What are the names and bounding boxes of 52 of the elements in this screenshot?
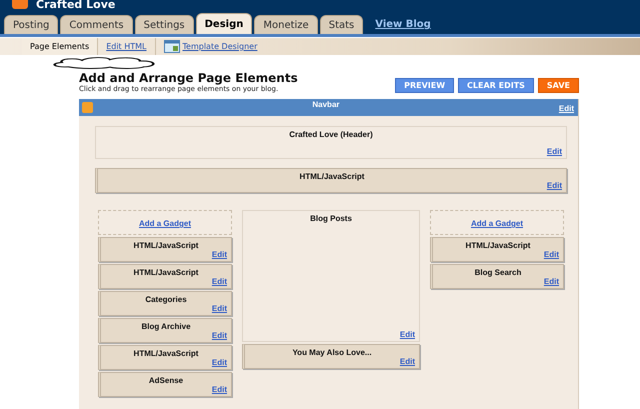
gadget[interactable]: HTML/JavaScript Edit: [95, 168, 567, 193]
gadget-title: Categories: [144, 295, 188, 304]
edit-link[interactable]: Edit: [400, 357, 415, 366]
nav-tab[interactable]: Posting: [4, 15, 58, 34]
gadget-title: Blog Search: [474, 268, 522, 277]
gadget[interactable]: Blog Archive Edit: [98, 318, 232, 343]
nav-tab[interactable]: Design: [196, 13, 252, 34]
edit-link[interactable]: Edit: [558, 104, 574, 113]
gadget[interactable]: HTML/JavaScript Edit: [98, 345, 232, 370]
gadget-title: HTML/JavaScript: [132, 268, 200, 277]
gadget-title: AdSense: [148, 376, 184, 385]
gadget[interactable]: HTML/JavaScript Edit: [98, 237, 232, 262]
add-gadget-link[interactable]: Add a Gadget: [470, 219, 523, 228]
gadget-title: Blog Archive: [140, 322, 192, 331]
subnav-tab[interactable]: Template Designer: [156, 38, 266, 55]
nav-tab[interactable]: Stats: [320, 15, 364, 34]
gadget-title: Blog Posts: [309, 214, 353, 223]
gadget-title: HTML/JavaScript: [132, 241, 200, 250]
nav-tab[interactable]: Monetize: [254, 15, 318, 34]
gadget[interactable]: AdSense Edit: [98, 372, 232, 397]
gadget-title: HTML/JavaScript: [298, 172, 366, 181]
view-blog-link[interactable]: View Blog: [375, 19, 431, 30]
blog-posts-gadget[interactable]: Blog Posts Edit: [242, 210, 420, 342]
gadget[interactable]: HTML/JavaScript Edit: [430, 237, 564, 262]
edit-link[interactable]: Edit: [544, 277, 559, 286]
gadget-title: HTML/JavaScript: [464, 241, 532, 250]
window-icon: [164, 40, 180, 53]
navbar-title: Navbar: [311, 100, 340, 109]
nav-tab[interactable]: Comments: [60, 15, 133, 34]
gadget[interactable]: Categories Edit: [98, 291, 232, 316]
edit-link[interactable]: Edit: [546, 181, 562, 190]
edit-link[interactable]: Edit: [400, 330, 415, 339]
edit-link[interactable]: Edit: [544, 250, 559, 259]
nav-tab[interactable]: Settings: [134, 15, 194, 34]
edit-link[interactable]: Edit: [546, 147, 562, 156]
gadget-title: Crafted Love (Header): [288, 130, 374, 139]
edit-link[interactable]: Edit: [212, 358, 227, 367]
header-gadget[interactable]: Crafted Love (Header) Edit: [95, 126, 567, 159]
subnav-tab[interactable]: Edit HTML: [98, 38, 156, 55]
edit-link[interactable]: Edit: [212, 304, 227, 313]
gadget[interactable]: You May Also Love... Edit: [242, 344, 420, 369]
gadget[interactable]: Blog Search Edit: [430, 264, 564, 289]
gadget-title: You May Also Love...: [291, 348, 373, 357]
edit-link[interactable]: Edit: [212, 331, 227, 340]
gadget[interactable]: HTML/JavaScript Edit: [98, 264, 232, 289]
blog-title: Crafted Love: [36, 0, 116, 10]
add-gadget-link[interactable]: Add a Gadget: [138, 219, 191, 228]
edit-link[interactable]: Edit: [212, 385, 227, 394]
page-heading: Add and Arrange Page Elements: [79, 71, 298, 85]
edit-link[interactable]: Edit: [212, 277, 227, 286]
gadget-title: HTML/JavaScript: [132, 349, 200, 358]
edit-link[interactable]: Edit: [212, 250, 227, 259]
